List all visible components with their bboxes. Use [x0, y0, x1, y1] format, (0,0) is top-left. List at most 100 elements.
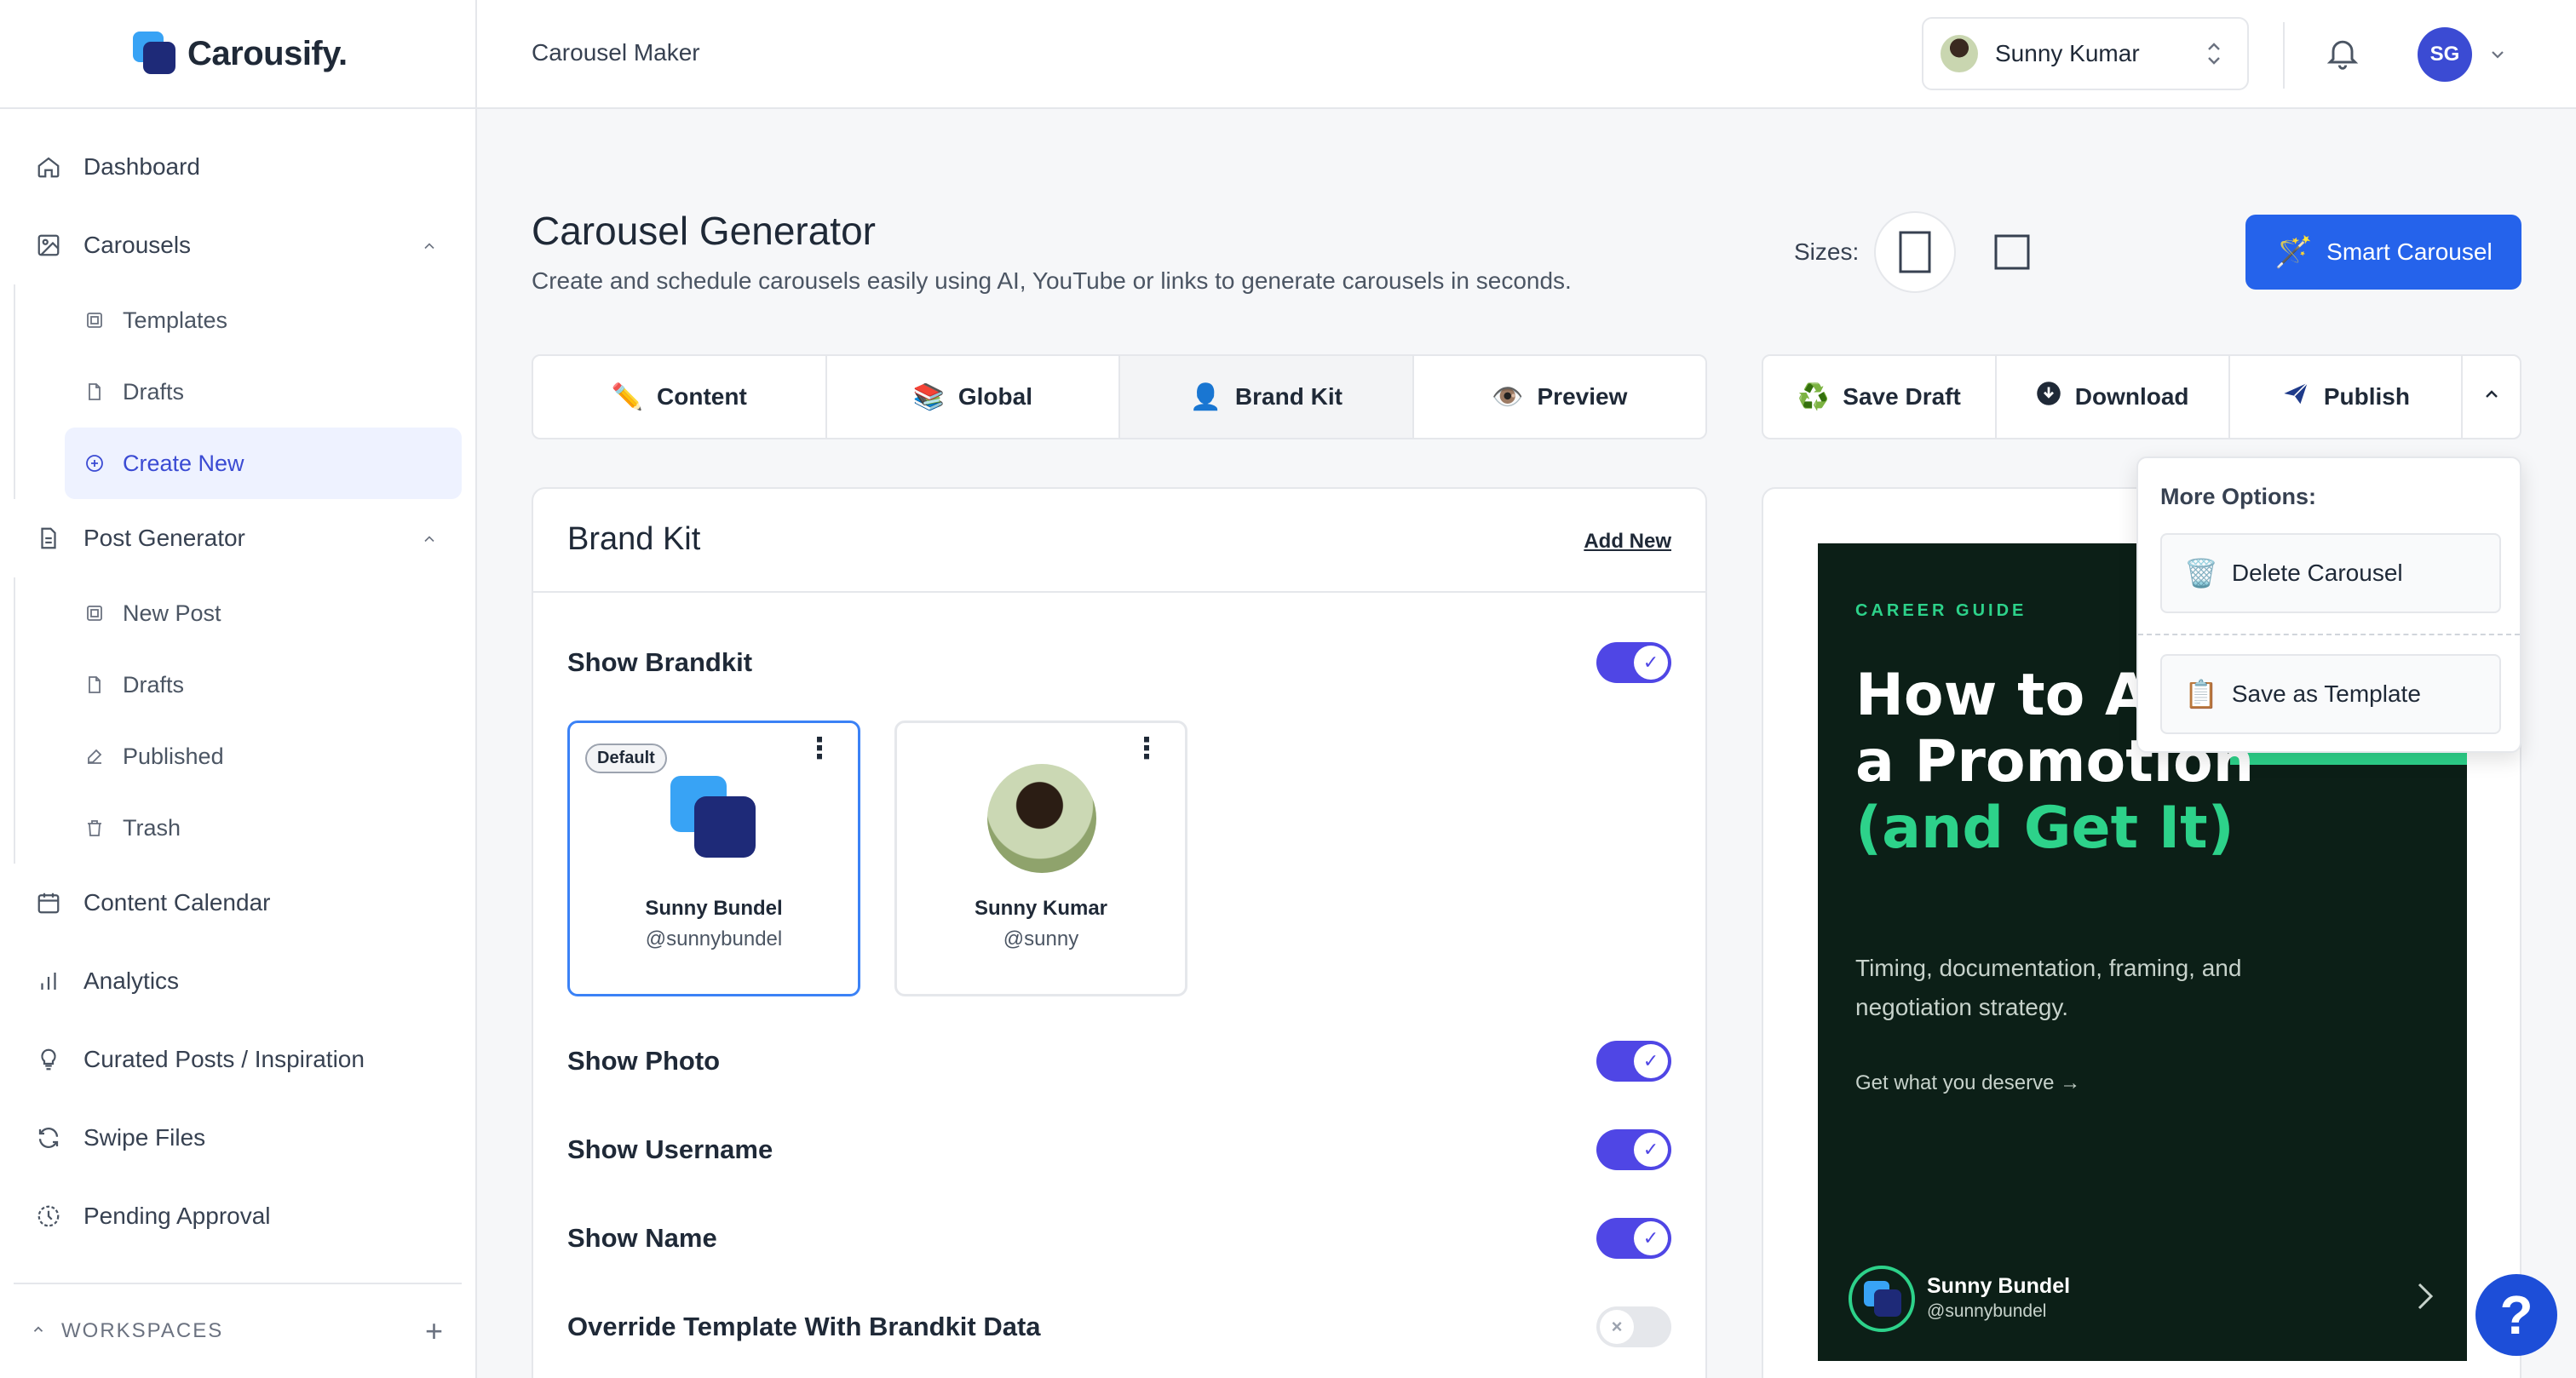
- account-switcher[interactable]: Sunny Kumar: [1922, 17, 2249, 90]
- publish-button[interactable]: Publish: [2230, 356, 2464, 438]
- workspaces-section[interactable]: WORKSPACES +: [14, 1283, 462, 1378]
- account-name: Sunny Kumar: [1995, 40, 2140, 66]
- sidebar-item-drafts[interactable]: Drafts: [15, 356, 475, 428]
- post-generator-submenu: New Post Drafts Published Trash: [14, 577, 475, 864]
- sidebar-item-label: Analytics: [83, 967, 180, 994]
- show-brandkit-toggle[interactable]: ✓: [1596, 642, 1671, 683]
- save-draft-button[interactable]: ♻️ Save Draft: [1763, 356, 1997, 438]
- chevron-right-icon[interactable]: [2414, 1279, 2436, 1322]
- brand-kit-header: Brand Kit Add New: [533, 489, 1705, 593]
- tab-label: Global: [957, 383, 1032, 410]
- brandkit-card[interactable]: ⋮ Sunny Kumar @sunny: [894, 721, 1187, 996]
- sidebar-item-post-drafts[interactable]: Drafts: [15, 649, 475, 721]
- sidebar-item-label: Create New: [123, 450, 244, 476]
- add-workspace-icon[interactable]: +: [425, 1313, 445, 1349]
- user-avatar[interactable]: SG: [2418, 27, 2472, 82]
- tab-label: Preview: [1537, 383, 1628, 410]
- show-photo-toggle[interactable]: ✓: [1596, 1041, 1671, 1082]
- show-name-toggle[interactable]: ✓: [1596, 1218, 1671, 1259]
- more-options-toggle[interactable]: [2463, 356, 2520, 438]
- sidebar-item-label: Content Calendar: [83, 889, 271, 916]
- profile-photo: [987, 764, 1096, 873]
- sidebar-item-trash[interactable]: Trash: [15, 792, 475, 864]
- sidebar-item-label: Drafts: [123, 378, 185, 405]
- more-vertical-icon[interactable]: ⋮: [805, 734, 834, 763]
- delete-carousel-button[interactable]: 🗑️ Delete Carousel: [2160, 533, 2501, 613]
- sidebar-item-new-post[interactable]: New Post: [15, 577, 475, 649]
- brand-logo: [670, 776, 759, 864]
- bell-icon[interactable]: [2324, 34, 2361, 76]
- slide-author-handle: @sunnybundel: [1927, 1301, 2047, 1321]
- sidebar-item-label: Curated Posts / Inspiration: [83, 1046, 365, 1072]
- help-button[interactable]: ?: [2475, 1274, 2557, 1356]
- show-brandkit-row: Show Brandkit ✓: [567, 640, 1671, 685]
- save-as-template-button[interactable]: 📋 Save as Template: [2160, 654, 2501, 734]
- home-icon: [34, 152, 63, 181]
- chevron-up-icon: [2481, 383, 2502, 411]
- smart-carousel-label: Smart Carousel: [2326, 238, 2493, 265]
- add-new-link[interactable]: Add New: [1584, 530, 1671, 554]
- brand-kit-title: Brand Kit: [567, 521, 701, 557]
- sidebar-item-swipe-files[interactable]: Swipe Files: [0, 1099, 475, 1177]
- brandkit-name: Sunny Bundel: [645, 897, 783, 920]
- brandkit-card[interactable]: Default ⋮ Sunny Bundel @sunnybundel: [567, 721, 860, 996]
- bar-chart-icon: [34, 967, 63, 996]
- carousels-submenu: Templates Drafts Create New: [14, 284, 475, 499]
- sidebar-item-label: Trash: [123, 814, 181, 841]
- template-icon: [82, 307, 107, 333]
- tab-global[interactable]: 📚 Global: [827, 356, 1120, 438]
- tab-brand-kit[interactable]: 👤 Brand Kit: [1120, 356, 1414, 438]
- sidebar-item-published[interactable]: Published: [15, 721, 475, 792]
- eye-icon: 👁️: [1492, 382, 1524, 411]
- square-icon: [1994, 234, 2030, 270]
- recycle-icon: ♻️: [1797, 382, 1830, 411]
- sidebar-item-curated-posts[interactable]: Curated Posts / Inspiration: [0, 1020, 475, 1099]
- check-icon: ✓: [1634, 1044, 1668, 1078]
- sidebar-item-label: Swipe Files: [83, 1124, 206, 1151]
- brand-kit-panel: Brand Kit Add New Show Brandkit ✓ Defaul…: [532, 487, 1707, 1378]
- size-square-button[interactable]: [1971, 211, 2053, 293]
- sidebar-item-dashboard[interactable]: Dashboard: [0, 128, 475, 206]
- slide-cta: Get what you deserve →: [1855, 1071, 2081, 1094]
- size-portrait-button[interactable]: [1874, 211, 1956, 293]
- plus-circle-icon: [82, 451, 107, 476]
- override-template-row: Override Template With Brandkit Data ×: [567, 1305, 1671, 1349]
- chevron-up-icon[interactable]: [31, 1319, 46, 1343]
- tab-preview[interactable]: 👁️ Preview: [1414, 356, 1706, 438]
- download-label: Download: [2074, 383, 2189, 410]
- slide-kicker: CAREER GUIDE: [1855, 601, 2027, 620]
- chevron-down-icon[interactable]: [2487, 44, 2508, 69]
- sidebar-item-label: Dashboard: [83, 153, 200, 180]
- sidebar-item-templates[interactable]: Templates: [15, 284, 475, 356]
- download-button[interactable]: Download: [1997, 356, 2230, 438]
- sidebar-item-label: Pending Approval: [83, 1203, 271, 1229]
- menu-item-label: Save as Template: [2231, 680, 2421, 707]
- divider: [2283, 22, 2285, 89]
- account-avatar: [1941, 35, 1978, 72]
- more-vertical-icon[interactable]: ⋮: [1132, 734, 1161, 763]
- brandkit-name: Sunny Kumar: [974, 897, 1108, 920]
- logo[interactable]: Carousify.: [0, 0, 475, 109]
- toggle-label: Override Template With Brandkit Data: [567, 1312, 1041, 1341]
- file-icon: [82, 379, 107, 405]
- slide-description: Timing, documentation, framing, and nego…: [1855, 955, 2242, 1020]
- topbar: Carousel Maker Sunny Kumar SG: [477, 0, 2576, 109]
- check-icon: ✓: [1634, 646, 1668, 680]
- sidebar-item-carousels[interactable]: Carousels: [0, 206, 475, 284]
- sidebar-item-content-calendar[interactable]: Content Calendar: [0, 864, 475, 942]
- show-username-toggle[interactable]: ✓: [1596, 1129, 1671, 1170]
- sidebar-item-pending-approval[interactable]: Pending Approval: [0, 1177, 475, 1255]
- sidebar-item-analytics[interactable]: Analytics: [0, 942, 475, 1020]
- smart-carousel-button[interactable]: 🪄 Smart Carousel: [2245, 215, 2521, 290]
- tab-content[interactable]: ✏️ Content: [533, 356, 827, 438]
- chevron-up-icon[interactable]: [421, 526, 438, 554]
- show-name-row: Show Name ✓: [567, 1216, 1671, 1260]
- sidebar-item-label: New Post: [123, 600, 221, 626]
- sidebar-item-create-new[interactable]: Create New: [65, 428, 462, 499]
- pen-icon: [82, 744, 107, 769]
- sidebar-item-post-generator[interactable]: Post Generator: [0, 499, 475, 577]
- chevron-up-icon[interactable]: [421, 233, 438, 261]
- override-template-toggle[interactable]: ×: [1596, 1306, 1671, 1347]
- check-icon: ✓: [1634, 1133, 1668, 1167]
- editor-tabs: ✏️ Content 📚 Global 👤 Brand Kit 👁️ Previ…: [532, 354, 1707, 439]
